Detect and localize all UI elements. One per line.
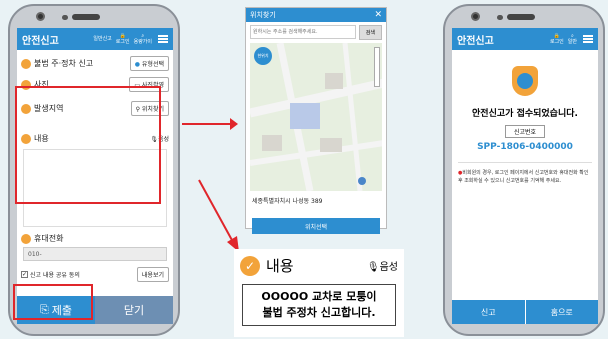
report-button[interactable]: 신고 [452,300,525,324]
share-label: 신고 내용 공유 동의 [30,272,80,279]
map-search-input[interactable] [250,25,356,39]
app-bar: 안전신고 🔒 로그인 ⌕ 일반 [452,28,598,50]
row-illegal-parking: 불법 주·정차 신고 ● 유형선택 [17,50,173,74]
content-zoom-callout: ✓ 내용 🎙음성 OOOOO 교차로 모퉁이 불법 주정차 신고합니다. [234,249,404,337]
sensor-icon [62,15,68,20]
report-number-label: 신고번호 [505,125,545,138]
zoom-controls[interactable] [374,47,380,87]
zoom-content-textbox[interactable]: OOOOO 교차로 모퉁이 불법 주정차 신고합니다. [242,284,396,326]
shield-logo [512,66,538,96]
required-dot-icon [21,58,31,69]
highlight-location-box [15,86,161,204]
current-location-pin: 현위치 [254,47,272,65]
phone-input[interactable]: 010- [23,247,167,261]
zoom-content-label: 내용 [266,257,294,275]
close-button[interactable]: 닫기 [95,296,173,324]
speaker-icon [507,14,535,20]
type-select-button[interactable]: ● 유형선택 [129,56,169,71]
camera-icon [36,12,45,21]
row-share-agree: ✓ 신고 내용 공유 동의 내용보기 [17,261,173,285]
capacity-guide-button[interactable]: ⌕ 용량가이 [134,33,152,45]
phone-right: 안전신고 🔒 로그인 ⌕ 일반 안전신고가 접수되었습니다. 신고번호 SPP-18… [443,4,605,336]
login-button[interactable]: 🔒 로그인 [550,33,564,45]
report-note: ●비회원의 경우, 로그인 페이지에서 신고번호와 휴대전화 확인 후 조회하실… [458,162,592,185]
illegal-parking-label: 불법 주·정차 신고 [34,59,94,68]
map-address: 세종특별자치시 나성동 389 [252,198,323,205]
general-button[interactable]: ⌕ 일반 [568,33,577,45]
highlight-submit-box [13,284,93,320]
view-content-button[interactable]: 내용보기 [136,267,169,282]
map-popup: 위치찾기 ✕ 검색 현위치 세종특별자치시 나성동 389 위치선택 [245,7,387,234]
select-location-button[interactable]: 위치선택 [252,218,380,234]
zoom-text-line2: 불법 주정차 신고합니다. [262,306,376,319]
tab-general-report[interactable]: 일반신고 [93,36,111,42]
map-search-button[interactable]: 검색 [358,25,382,40]
phone-label: 휴대전화 [34,234,64,243]
row-phone: 휴대전화 [17,227,173,247]
login-button[interactable]: 🔒 로그인 [116,33,130,45]
speaker-icon [72,14,100,20]
check-circle-icon: ✓ [240,255,260,276]
sensor-icon [497,15,503,20]
map-roads [250,43,382,191]
menu-icon[interactable] [583,35,593,43]
report-number: SPP-1806-0400000 [477,142,573,152]
map-popup-title: 위치찾기 [250,11,276,19]
bottom-bar: 신고 홈으로 [452,300,598,324]
mic-icon: 🎙 [366,262,380,273]
close-icon[interactable]: ✕ [374,10,382,20]
zoom-voice-button[interactable]: 🎙음성 [367,258,398,273]
share-checkbox[interactable]: ✓ [21,271,28,278]
home-button[interactable]: 홈으로 [525,300,598,324]
zoom-text-line1: OOOOO 교차로 모퉁이 [261,290,377,303]
app-bar: 안전신고 일반신고 🔒 로그인 ⌕ 용량가이 [17,28,173,50]
menu-icon[interactable] [158,35,168,43]
list-icon: ● [134,61,140,68]
camera-icon [471,12,480,21]
app-title: 안전신고 [457,35,494,47]
map-popup-header: 위치찾기 ✕ [246,8,386,22]
map-search-bar: 검색 [246,22,386,43]
map-view[interactable]: 현위치 [250,43,382,191]
arrow-to-zoom [198,179,239,252]
app-title: 안전신고 [22,35,59,47]
screen-report-complete: 안전신고 🔒 로그인 ⌕ 일반 안전신고가 접수되었습니다. 신고번호 SPP-18… [452,28,598,324]
arrow-to-map [182,118,238,130]
complete-message: 안전신고가 접수되었습니다. [472,109,578,119]
required-dot-icon [21,233,31,244]
